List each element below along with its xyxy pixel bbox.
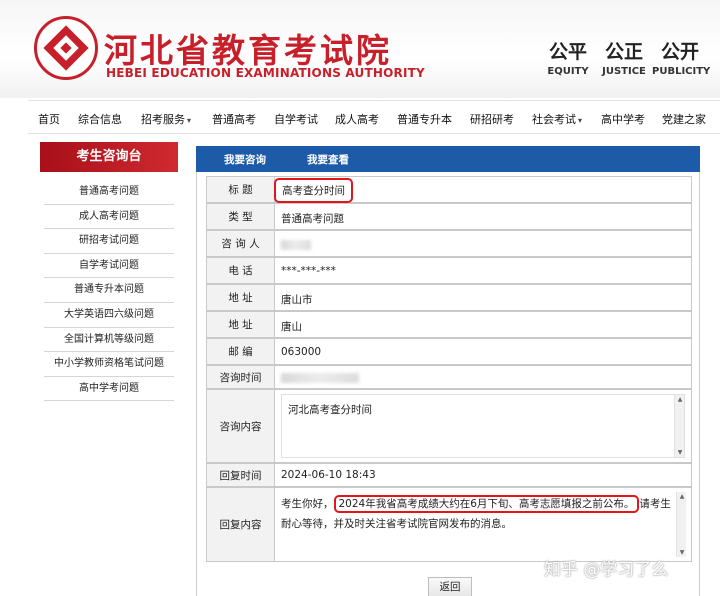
sidebar-item-upgrade[interactable]: 普通专升本问题	[44, 278, 174, 303]
motto-equity: 公平 EQUITY	[540, 38, 596, 77]
nav-item-self-study[interactable]: 自学考试	[274, 111, 318, 127]
nav-item-label: 招考服务	[141, 113, 185, 126]
row-phone: 电 话 ***-***-***	[206, 257, 692, 284]
type-label: 类 型	[207, 204, 275, 229]
redacted-value	[281, 373, 359, 383]
chevron-down-icon: ▾	[187, 116, 192, 125]
reply-label: 回复内容	[207, 488, 275, 561]
nav-item-label: 研招研考	[470, 113, 514, 126]
motto-publicity-en: PUBLICITY	[652, 66, 711, 77]
motto-equity-en: EQUITY	[547, 66, 589, 77]
nav-item-party[interactable]: 党建之家	[662, 111, 706, 127]
tab-ask[interactable]: 我要咨询	[224, 152, 266, 167]
motto-publicity: 公开 PUBLICITY	[652, 38, 711, 77]
reply-prefix: 考生你好，	[281, 498, 334, 510]
sidebar-item-cet[interactable]: 大学英语四六级问题	[44, 303, 174, 328]
site-header: 河北省教育考试院 HEBEI EDUCATION EXAMINATIONS AU…	[0, 0, 720, 98]
sidebar-item-high-school[interactable]: 高中学考问题	[44, 377, 174, 402]
nav-item-label: 党建之家	[662, 113, 706, 126]
content-value: 河北高考查分时间	[288, 404, 372, 416]
nav-item-postgrad[interactable]: 研招研考	[470, 111, 514, 127]
sidebar-item-postgrad[interactable]: 研招考试问题	[44, 229, 174, 254]
sidebar-heading: 考生咨询台	[40, 142, 178, 172]
site-title: 河北省教育考试院	[104, 31, 392, 70]
nav-item-label: 高中学考	[601, 113, 645, 126]
row-title: 标 题 高考查分时间	[206, 176, 692, 203]
motto-justice-en: JUSTICE	[602, 66, 646, 77]
sidebar-list: 普通高考问题 成人高考问题 研招考试问题 自学考试问题 普通专升本问题 大学英语…	[44, 180, 174, 402]
nav-item-label: 普通专升本	[397, 113, 452, 126]
row-address-2: 地 址 唐山	[206, 311, 692, 338]
consult-time-value	[281, 372, 359, 384]
reply-content: 考生你好， 2024年我省高考成绩大约在6月下旬、高考志愿填报之前公布。 请考生耐心…	[281, 494, 677, 534]
nav-item-high-school[interactable]: 高中学考	[601, 111, 645, 127]
row-reply-time: 回复时间 2024-06-10 18:43	[206, 463, 692, 487]
phone-value: ***-***-***	[281, 265, 336, 277]
reply-scrollbar[interactable]: ▲ ▼	[676, 492, 686, 557]
sidebar-item-ncre[interactable]: 全国计算机等级问题	[44, 328, 174, 353]
title-label: 标 题	[207, 177, 275, 202]
reply-highlight: 2024年我省高考成绩大约在6月下旬、高考志愿填报之前公布。	[333, 495, 640, 513]
site-subtitle: HEBEI EDUCATION EXAMINATIONS AUTHORITY	[106, 66, 425, 80]
nav-item-label: 自学考试	[274, 113, 318, 126]
reply-time-value: 2024-06-10 18:43	[281, 469, 376, 481]
scroll-down-icon[interactable]: ▼	[676, 449, 684, 456]
asker-value	[281, 239, 311, 251]
consult-tabs: 我要咨询 我要查看	[196, 146, 700, 172]
motto-publicity-cn: 公开	[660, 41, 699, 63]
motto-equity-cn: 公平	[548, 41, 587, 63]
sidebar-item-teacher-cert[interactable]: 中小学教师资格笔试问题	[44, 352, 174, 377]
address-value: 唐山市	[281, 294, 313, 306]
row-postcode: 邮 编 063000	[206, 338, 692, 365]
nav-item-gaokao[interactable]: 普通高考	[212, 111, 256, 127]
scroll-down-icon[interactable]: ▼	[678, 549, 686, 556]
nav-item-label: 综合信息	[78, 113, 122, 126]
nav-item-home[interactable]: 首页	[38, 111, 60, 127]
nav-item-upgrade[interactable]: 普通专升本	[397, 111, 452, 127]
nav-item-admission-service[interactable]: 招考服务 ▾	[141, 111, 191, 127]
nav-item-social-exam[interactable]: 社会考试 ▾	[532, 111, 582, 127]
row-consult-time: 咨询时间	[206, 365, 692, 389]
row-content: 咨询内容 河北高考查分时间 ▲ ▼	[206, 389, 692, 463]
scroll-up-icon[interactable]: ▲	[676, 396, 684, 403]
address-label: 地 址	[207, 312, 275, 337]
row-reply: 回复内容 考生你好， 2024年我省高考成绩大约在6月下旬、高考志愿填报之前公布。…	[206, 487, 692, 562]
nav-item-label: 成人高考	[335, 113, 379, 126]
phone-label: 电 话	[207, 258, 275, 283]
tab-view[interactable]: 我要查看	[307, 152, 349, 167]
watermark-text: 知乎 @学习了么	[544, 560, 669, 580]
sidebar-item-gaokao[interactable]: 普通高考问题	[44, 180, 174, 205]
content-scrollbar[interactable]: ▲ ▼	[674, 395, 684, 457]
postcode-label: 邮 编	[207, 339, 275, 364]
redacted-value	[281, 240, 311, 250]
main-nav: 首页 综合信息 招考服务 ▾ 普通高考 自学考试 成人高考 普通专升本 研招研考 …	[28, 100, 720, 134]
nav-item-adult-exam[interactable]: 成人高考	[335, 111, 379, 127]
nav-item-label: 社会考试	[532, 113, 576, 126]
motto-justice: 公正 JUSTICE	[596, 38, 652, 77]
row-type: 类 型 普通高考问题	[206, 203, 692, 230]
content-textarea[interactable]: 河北高考查分时间 ▲ ▼	[281, 394, 685, 458]
address-value: 唐山	[281, 321, 302, 333]
row-asker: 咨 询 人	[206, 230, 692, 257]
content-label: 咨询内容	[207, 390, 275, 462]
chevron-down-icon: ▾	[578, 116, 583, 125]
sidebar-item-self-study[interactable]: 自学考试问题	[44, 254, 174, 279]
address-label: 地 址	[207, 285, 275, 310]
postcode-value: 063000	[281, 346, 322, 358]
type-value: 普通高考问题	[281, 213, 344, 225]
site-logo[interactable]	[34, 16, 98, 80]
scroll-up-icon[interactable]: ▲	[678, 493, 686, 500]
reply-time-label: 回复时间	[207, 464, 275, 486]
consult-time-label: 咨询时间	[207, 366, 275, 388]
back-button[interactable]: 返回	[428, 577, 472, 596]
nav-item-label: 普通高考	[212, 113, 256, 126]
asker-label: 咨 询 人	[207, 231, 275, 256]
motto-justice-cn: 公正	[604, 41, 643, 63]
row-address-1: 地 址 唐山市	[206, 284, 692, 311]
nav-item-label: 首页	[38, 113, 60, 126]
nav-item-general-info[interactable]: 综合信息	[78, 111, 122, 127]
title-value: 高考查分时间	[274, 178, 353, 203]
sidebar-item-adult[interactable]: 成人高考问题	[44, 205, 174, 230]
